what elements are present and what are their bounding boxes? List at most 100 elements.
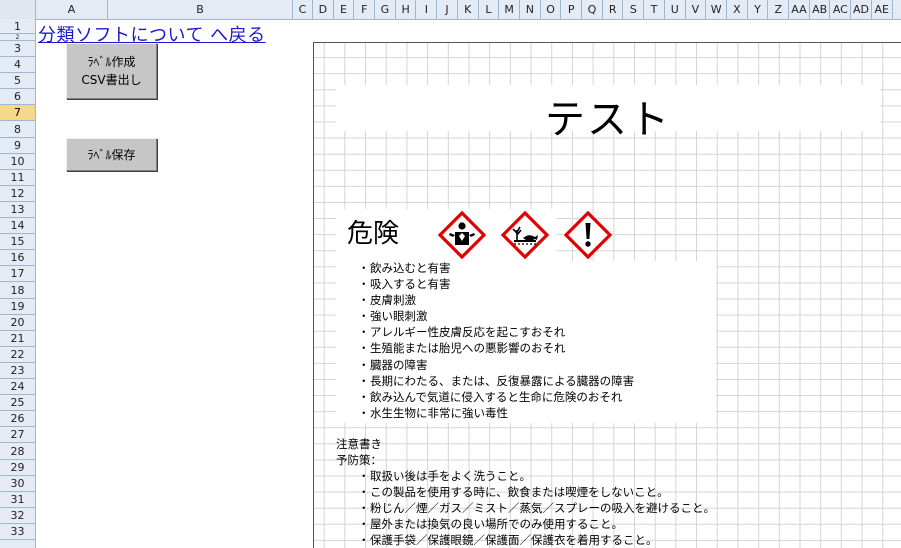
row-header[interactable]: 29 [0,460,35,476]
column-header[interactable]: D [313,0,334,19]
row-header[interactable]: 27 [0,427,35,444]
column-header[interactable]: AE [872,0,893,19]
column-header[interactable]: C [293,0,313,19]
row-header[interactable]: 18 [0,283,35,299]
column-header[interactable]: F [354,0,376,19]
hazard-statements: ・飲み込むと有害 ・吸入すると有害 ・皮膚刺激 ・強い眼刺激 ・アレルギー性皮膚反応を起… [358,260,634,421]
hazard-statement: ・強い眼刺激 [358,308,634,324]
row-header[interactable]: 1 [0,19,35,34]
environment-icon [501,211,549,259]
bullet: ・ [358,373,370,388]
row-header-bar: 1 2 3 4 5 6 7 8 9 10 11 12 13 14 15 16 17 18 19 20 21 22 23 24 2… [0,19,36,548]
bullet: ・ [358,357,370,372]
prevention-statements: ・取扱い後は手をよく洗うこと。 ・この製品を使用する時に、飲食または喫煙をしないこ… [358,468,715,548]
row-header[interactable]: 31 [0,492,35,508]
save-label-button[interactable]: ﾗﾍﾞﾙ保存 [66,138,157,171]
row-header[interactable]: 28 [0,444,35,460]
column-header[interactable]: T [644,0,665,19]
statement-text: 長期にわたる、または、反復暴露による臓器の障害 [370,373,635,388]
prevention-title: 予防策： [336,453,382,467]
statement-text: 飲み込むと有害 [370,261,451,275]
statement-text: 飲み込んで気道に侵入すると生命に危険のおそれ [370,389,623,404]
column-header[interactable]: V [686,0,707,19]
row-header[interactable]: 24 [0,379,35,396]
statement-text: 粉じん／煙／ガス／ミスト／蒸気／スプレーの吸入を避けること。 [370,501,715,516]
row-header[interactable]: 11 [0,170,35,186]
column-header[interactable]: I [417,0,438,19]
statement-text: この製品を使用する時に、飲食または喫煙をしないこと。 [370,485,669,500]
column-header[interactable]: N [520,0,541,19]
row-header[interactable]: 8 [0,122,35,138]
row-header[interactable]: 10 [0,154,35,170]
column-header[interactable]: Z [768,0,790,19]
hazard-statement: ・皮膚刺激 [358,292,634,308]
row-header[interactable]: 23 [0,363,35,380]
bullet: ・ [358,341,370,356]
column-header[interactable]: R [603,0,624,19]
row-header[interactable]: 13 [0,202,35,219]
column-header[interactable]: AC [831,0,852,19]
column-header[interactable]: M [499,0,520,19]
row-header[interactable]: 21 [0,331,35,347]
hazard-statement: ・臓器の障害 [358,357,634,373]
row-header[interactable]: 25 [0,395,35,412]
column-header[interactable]: P [561,0,583,19]
column-header[interactable]: AA [789,0,810,19]
bullet: ・ [358,309,370,324]
row-header[interactable]: 6 [0,89,35,106]
row-header[interactable]: 5 [0,73,35,90]
column-header[interactable]: E [334,0,355,19]
column-header[interactable]: H [396,0,417,19]
row-header[interactable]: 7 [0,105,35,122]
signal-word: 危険 [347,219,400,249]
statement-text: 臓器の障害 [370,357,428,372]
save-label-text: ﾗﾍﾞﾙ保存 [87,147,136,162]
row-header[interactable]: 19 [0,299,35,315]
row-header[interactable]: 33 [0,524,35,541]
row-header[interactable]: 2 [0,34,35,41]
hazard-statement: ・生殖能または胎児への悪影響のおそれ [358,340,634,356]
row-header[interactable]: 32 [0,508,35,524]
bullet: ・ [358,277,370,292]
column-header[interactable]: B [108,0,293,19]
column-header[interactable]: O [541,0,562,19]
row-header[interactable]: 4 [0,57,35,74]
column-header[interactable]: K [458,0,479,19]
column-header[interactable]: Q [582,0,603,19]
row-header[interactable]: 9 [0,138,35,154]
row-header[interactable]: 3 [0,41,35,58]
column-header[interactable]: L [479,0,500,19]
row-header[interactable]: 17 [0,266,35,283]
row-header[interactable]: 22 [0,347,35,363]
row-header[interactable]: 12 [0,186,35,202]
row-header[interactable]: 16 [0,250,35,267]
statement-text: 生殖能または胎児への悪影響のおそれ [370,341,566,356]
hazard-statement: ・長期にわたる、または、反復暴露による臓器の障害 [358,373,634,389]
statement-text: 保護手袋／保護眼鏡／保護面／保護衣を着用すること。 [370,533,658,548]
column-header[interactable]: AD [851,0,872,19]
column-header[interactable]: Y [748,0,769,19]
precaution-statement: ・取扱い後は手をよく洗うこと。 [358,468,715,484]
row-header[interactable]: 26 [0,411,35,428]
select-all-corner[interactable] [0,0,36,19]
column-header[interactable]: J [437,0,458,19]
create-label-csv-button[interactable]: ﾗﾍﾞﾙ作成 CSV書出し [66,43,157,99]
statement-text: 吸入すると有害 [370,277,451,292]
row-header[interactable]: 14 [0,218,35,235]
row-header[interactable]: 30 [0,476,35,492]
precaution-statement: ・保護手袋／保護眼鏡／保護面／保護衣を着用すること。 [358,532,715,548]
column-header[interactable]: W [706,0,727,19]
column-header[interactable]: S [624,0,645,19]
row-header[interactable]: 15 [0,234,35,251]
bullet: ・ [358,293,370,308]
column-header[interactable]: A [36,0,108,19]
row-header[interactable]: 20 [0,315,35,331]
column-header[interactable]: U [665,0,686,19]
statement-text: 皮膚刺激 [370,293,416,308]
bullet: ・ [358,501,370,516]
column-header[interactable]: AB [810,0,831,19]
column-header[interactable]: X [727,0,748,19]
bullet: ・ [358,517,370,532]
column-header[interactable]: G [375,0,396,19]
statement-text: アレルギー性皮膚反応を起こすおそれ [370,325,566,340]
